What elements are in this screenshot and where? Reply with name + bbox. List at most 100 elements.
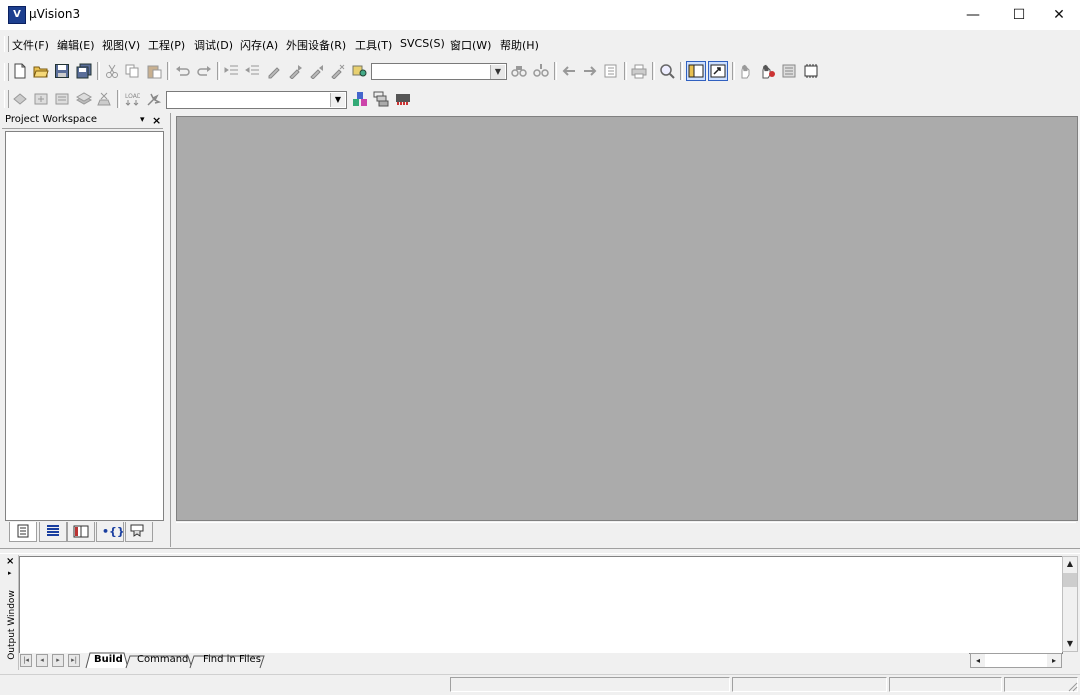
hand-icon[interactable] [738, 63, 754, 79]
chevron-down-icon[interactable]: ▼ [330, 93, 345, 107]
toolbar-separator [554, 62, 557, 80]
menu-tools[interactable]: 工具(T) [355, 37, 392, 53]
print-icon[interactable] [631, 63, 647, 79]
last-tab-icon[interactable]: ▸| [68, 654, 80, 667]
manage-components-icon[interactable] [373, 91, 389, 107]
save-all-icon[interactable] [76, 63, 92, 79]
first-tab-icon[interactable]: |◂ [20, 654, 32, 667]
menu-flash[interactable]: 闪存(A) [240, 37, 278, 53]
toolbar-separator [217, 62, 220, 80]
save-icon[interactable] [54, 63, 70, 79]
status-panel-main [450, 677, 730, 692]
menubar-grip[interactable] [4, 36, 9, 52]
books-tab-icon[interactable] [67, 522, 95, 542]
editor-area[interactable] [176, 116, 1078, 521]
files-tab-icon[interactable] [9, 522, 37, 542]
prev-bookmark-icon[interactable] [309, 63, 325, 80]
flash-icon[interactable] [395, 91, 411, 107]
output-pin-icon[interactable]: ▸ [8, 569, 12, 577]
next-bookmark-icon[interactable] [288, 63, 304, 80]
toolbar-separator [732, 62, 735, 80]
workspace-tree[interactable] [5, 131, 164, 521]
chevron-down-icon[interactable]: ▼ [490, 65, 505, 79]
functions-tab-icon[interactable]: •{} [96, 522, 125, 542]
scroll-left-icon[interactable]: ◂ [971, 654, 985, 667]
output-vertical-scrollbar[interactable]: ▲ ▼ [1062, 556, 1078, 652]
scroll-up-icon[interactable]: ▲ [1063, 557, 1077, 571]
undo-icon[interactable] [175, 63, 191, 79]
toolbar2-grip[interactable] [4, 90, 9, 108]
menu-debug[interactable]: 调试(D) [194, 37, 233, 53]
menu-view[interactable]: 视图(V) [102, 37, 140, 53]
forward-icon[interactable] [582, 63, 598, 79]
toolbar-separator [117, 90, 120, 108]
toolbar-separator [167, 62, 170, 80]
svg-text:LOAD: LOAD [125, 93, 140, 100]
status-panel-position [732, 677, 887, 692]
scroll-right-icon[interactable]: ▸ [1047, 654, 1061, 667]
next-tab-icon[interactable]: ▸ [52, 654, 64, 667]
cut-icon[interactable] [104, 63, 120, 79]
status-panel-mode [889, 677, 1002, 692]
build-icon[interactable] [33, 91, 49, 107]
redo-icon[interactable] [196, 63, 212, 79]
output-tab-build[interactable]: Build [94, 654, 123, 665]
find-in-files-icon[interactable] [352, 63, 368, 79]
output-text-area[interactable] [19, 556, 1063, 654]
output-horizontal-scrollbar[interactable]: ◂ ▸ [970, 653, 1062, 668]
goto-icon[interactable] [603, 63, 619, 79]
regs-tab-icon[interactable] [39, 522, 67, 542]
output-tab-find-in-files[interactable]: Find in Files [203, 654, 261, 665]
toolbar1-grip[interactable] [4, 63, 9, 81]
menu-file[interactable]: 文件(F) [12, 37, 49, 53]
options-icon[interactable] [146, 91, 162, 107]
find-combo[interactable]: ▼ [371, 63, 507, 80]
copy-icon[interactable] [124, 63, 140, 79]
menu-svcs[interactable]: SVCS(S) [400, 37, 445, 50]
output-close-button[interactable]: × [6, 556, 14, 567]
zoom-icon[interactable] [659, 63, 675, 79]
scroll-down-icon[interactable]: ▼ [1063, 637, 1077, 651]
translate-icon[interactable] [12, 91, 28, 107]
output-window-label: Output Window [6, 590, 17, 660]
paste-icon[interactable] [146, 63, 162, 79]
output-toggle-icon[interactable] [708, 61, 728, 81]
menu-window[interactable]: 窗口(W) [450, 37, 491, 53]
indent-icon[interactable] [224, 63, 240, 79]
prev-tab-icon[interactable]: ◂ [36, 654, 48, 667]
find-icon[interactable] [511, 63, 527, 79]
bookmark-icon[interactable] [266, 63, 282, 79]
workspace-close-button[interactable]: × [152, 114, 161, 127]
debug-hand-icon[interactable] [760, 63, 776, 79]
menu-project[interactable]: 工程(P) [148, 37, 185, 53]
close-button[interactable]: ✕ [1038, 0, 1080, 30]
rebuild-icon[interactable] [54, 91, 70, 107]
minimize-button[interactable]: — [950, 0, 996, 30]
open-file-icon[interactable] [33, 63, 49, 79]
maximize-button[interactable]: ☐ [996, 0, 1042, 30]
templates-tab-icon[interactable] [125, 522, 153, 542]
unindent-icon[interactable] [245, 63, 261, 79]
output-splitter[interactable] [0, 548, 1080, 554]
resize-grip-icon[interactable] [1066, 680, 1078, 692]
download-icon[interactable]: LOAD [124, 91, 142, 107]
output-tab-command[interactable]: Command [137, 654, 188, 665]
workspace-toggle-icon[interactable] [686, 61, 706, 81]
menu-peripherals[interactable]: 外围设备(R) [286, 37, 346, 53]
workspace-pin-button[interactable]: ▾ [140, 115, 145, 125]
scroll-thumb[interactable] [1063, 573, 1077, 587]
uvision-app-icon[interactable]: V [8, 6, 26, 24]
memory-icon[interactable] [803, 63, 819, 79]
menu-help[interactable]: 帮助(H) [500, 37, 539, 53]
new-file-icon[interactable] [12, 63, 28, 79]
back-icon[interactable] [561, 63, 577, 79]
clear-bookmarks-icon[interactable] [330, 63, 346, 80]
menu-edit[interactable]: 编辑(E) [57, 37, 95, 53]
stop-build-icon[interactable] [96, 91, 112, 107]
target-combo[interactable]: ▼ [166, 91, 347, 109]
target-options-icon[interactable] [352, 91, 368, 107]
batch-build-icon[interactable] [75, 91, 93, 107]
workspace-splitter[interactable] [170, 113, 171, 547]
config-icon[interactable] [781, 63, 797, 79]
incremental-find-icon[interactable] [533, 63, 549, 79]
